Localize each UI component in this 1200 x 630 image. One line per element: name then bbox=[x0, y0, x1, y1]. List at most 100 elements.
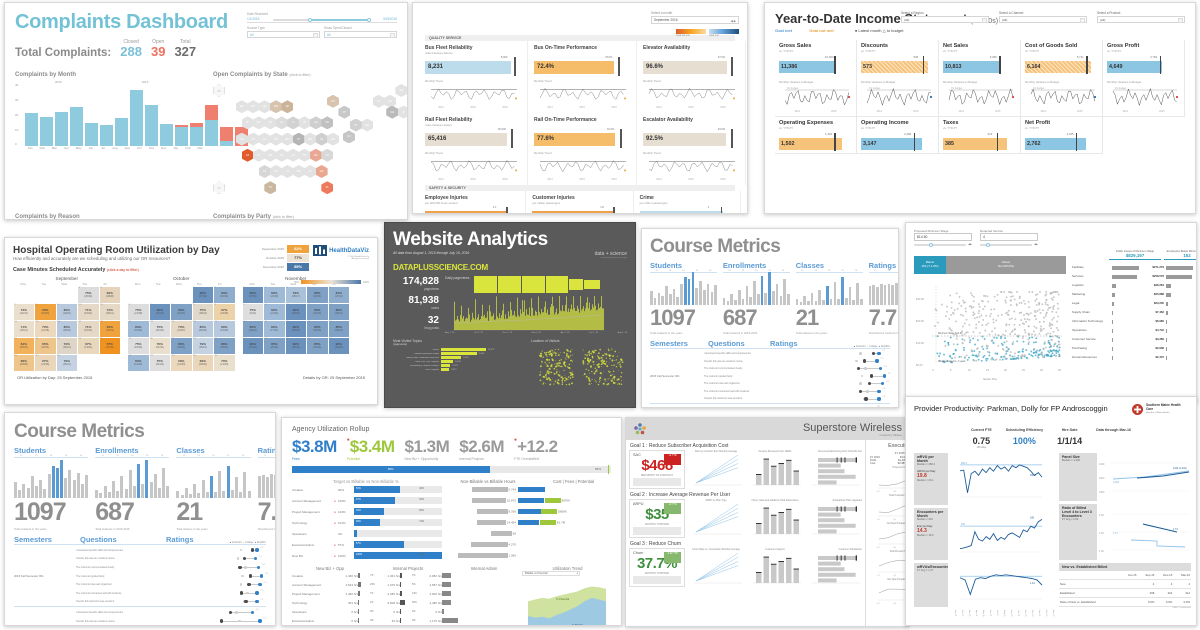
semester-block[interactable]: 2015 Fall Semester 001 I developed specif… bbox=[14, 544, 266, 606]
goal-block[interactable]: Goal 2 : Increase Average Revenue Per Us… bbox=[626, 492, 865, 538]
question-row[interactable]: Overall, this was an excellent course 7.2 bbox=[704, 357, 890, 365]
goal-chart[interactable]: Devices Received From OEMs bbox=[747, 450, 803, 489]
calendar-day[interactable]: 28 68% (20/28) bbox=[14, 355, 35, 371]
calendar-day[interactable]: 22 65% (20/31) bbox=[35, 338, 56, 354]
calendar-day[interactable]: 16 80% (16/20) bbox=[214, 321, 235, 337]
state-hex-nd[interactable]: ND bbox=[259, 100, 271, 113]
month-filter[interactable]: Select a month September 2016 ◀ ▶ bbox=[651, 11, 739, 24]
state-hex-ga[interactable]: GA bbox=[316, 165, 328, 178]
stepper-icon[interactable]: ◀▶ bbox=[1034, 243, 1038, 246]
course-tile-ratings[interactable]: Ratings12131415167.7 of 8Most Recent Ins… bbox=[869, 261, 899, 335]
calendar-day[interactable]: 18 90% (18/20) bbox=[286, 321, 307, 337]
state-hex-ar[interactable]: AR bbox=[287, 149, 299, 162]
table-row[interactable]: Operations 0 hrs 0% 0 hrs 0% 0 hrs bbox=[292, 607, 518, 616]
state-hex-tn[interactable]: TN bbox=[299, 149, 311, 162]
calendar-day[interactable]: 26 85% (20/24) bbox=[307, 338, 328, 354]
calendar-day[interactable]: 19 75% (18/24) bbox=[128, 338, 149, 354]
calendar-day[interactable]: 12 83% (19/24) bbox=[128, 321, 149, 337]
calendar-day[interactable]: 26 83% (19/24) bbox=[128, 355, 149, 371]
goal-block[interactable]: Goal 1 : Reduce Subscriber Acquisition C… bbox=[626, 443, 865, 489]
state-hex-co[interactable]: CO bbox=[259, 133, 271, 146]
complaints-dashboard-panel[interactable]: Complaints Dashboard Total Complaints: C… bbox=[4, 2, 408, 220]
calendar-day[interactable]: 19 85% (20/24) bbox=[307, 321, 328, 337]
table-row[interactable]: Executive/Admin ● 57% 57% 4,270 bbox=[292, 539, 611, 550]
stepper-icon[interactable]: ◀ ▶ bbox=[731, 19, 736, 23]
calendar-day[interactable]: 16 80% (16/20) bbox=[57, 321, 78, 337]
income-card[interactable]: Taxes vs. YTD PY 385 313 bbox=[939, 117, 1021, 154]
calendar-day[interactable]: 11 90% (18/20) bbox=[286, 304, 307, 320]
calendar-day[interactable]: 14 73% (19/27) bbox=[171, 321, 192, 337]
table-row[interactable]: New Biz1,784 hrs80%40 hrs2%340 hrs bbox=[292, 625, 518, 626]
calendar-day[interactable]: 27 75% (21/28) bbox=[150, 355, 171, 371]
question-row[interactable]: The instructor communicated clearly 7.4 bbox=[76, 563, 266, 572]
income-filters[interactable]: Select a Region (All) Select a Channel (… bbox=[901, 11, 1185, 23]
provider-right-row[interactable]: Panel Size Median = 1,200 1400 1200 1000 1,20… bbox=[1059, 453, 1191, 501]
table-row[interactable]: Human Resources$2,4722 bbox=[1072, 352, 1197, 361]
calendar-day[interactable]: 2 83% (19/24) bbox=[214, 287, 235, 303]
state-hex-ri[interactable]: RI bbox=[398, 106, 408, 119]
question-row[interactable]: Overall, this instructor was excellent 7.… bbox=[76, 598, 266, 607]
calendar-day[interactable]: 4 79% (15/17) bbox=[286, 287, 307, 303]
calendar-day[interactable]: 6 90% (21/24) bbox=[150, 304, 171, 320]
goal-chart[interactable]: Customer Satisfaction bbox=[806, 548, 862, 587]
calendar-day[interactable]: 15 80% (24/30) bbox=[193, 321, 214, 337]
state-hex-me[interactable]: ME bbox=[395, 84, 407, 97]
calendar-day[interactable]: 2 90% (27/30) bbox=[243, 287, 264, 303]
calendar-day[interactable]: 20 70% (21/30) bbox=[150, 338, 171, 354]
table-row[interactable]: Account Management 4,524 hrs 23% 1,079 hrs 5… bbox=[292, 580, 518, 589]
calendar-day[interactable]: 6 81% (17/21) bbox=[329, 287, 350, 303]
state-hex-nv[interactable]: NV bbox=[247, 133, 259, 146]
state-hex-nj[interactable]: NJ bbox=[343, 130, 355, 143]
state-hex-ok[interactable]: OK bbox=[270, 165, 282, 178]
state-hex-wv[interactable]: WV bbox=[304, 133, 316, 146]
calendar-day[interactable]: 16 85% (20/24) bbox=[243, 321, 264, 337]
daily-pageview-spikes[interactable] bbox=[445, 296, 627, 332]
income-card[interactable]: Operating Income vs. YTD PY 3,147 2,468 bbox=[857, 117, 939, 154]
metric-card[interactable]: Rail On-Time Performance 77.6% 91.0% Month… bbox=[528, 113, 637, 185]
provider-metric-row[interactable]: Encounters per Month Median = 210 Enc per … bbox=[914, 508, 1054, 560]
pageview-treemap[interactable] bbox=[474, 276, 628, 293]
provider-right-row[interactable]: Ratio of Billed Level 4 to Level 3 Encou… bbox=[1059, 504, 1191, 560]
state-hex-fl[interactable]: FL bbox=[321, 181, 333, 194]
provider-productivity-panel[interactable]: Provider Productivity: Parkman, Dolly fo… bbox=[905, 396, 1197, 626]
question-row[interactable]: The instructor was well organized 7.5 bbox=[76, 580, 266, 589]
month-bar[interactable] bbox=[40, 84, 53, 146]
calendar-day[interactable]: 23 86% (18/21) bbox=[214, 338, 235, 354]
calendar-day[interactable]: 8 75% (18/24) bbox=[193, 304, 214, 320]
calendar-day[interactable]: 17 71% (15/21) bbox=[78, 321, 99, 337]
semester-block[interactable]: 2015 Fall Semester 002I developed specif… bbox=[650, 403, 890, 408]
chevron-down-icon[interactable] bbox=[1178, 18, 1183, 23]
course-tile-ratings[interactable]: Ratings12131415167.7 of 8Most Recent Ins… bbox=[258, 446, 276, 531]
state-hex-ut[interactable]: UT bbox=[253, 149, 265, 162]
course-tile-students[interactable]: Students 12 13 14 15 16 1097 Total students in … bbox=[650, 261, 717, 335]
chevron-down-icon[interactable]: ▾ bbox=[577, 572, 578, 575]
question-row[interactable]: The instructor communicated clearly7.6 bbox=[76, 625, 266, 626]
channel-filter[interactable]: Select a Channel (All) bbox=[999, 11, 1087, 23]
calendar-day[interactable]: 14 71% (15/21) bbox=[14, 321, 35, 337]
product-filter-dropdown[interactable]: (All) bbox=[1097, 16, 1185, 23]
month-bar[interactable] bbox=[160, 84, 173, 146]
state-hex-sd[interactable]: SD bbox=[264, 116, 276, 129]
above-segment[interactable]: Above Not (93.0%) bbox=[946, 256, 1066, 274]
income-card[interactable]: Cost of Goods Sold vs. YTD PY 6,164 5,711 Mo… bbox=[1021, 40, 1103, 117]
calendar-day[interactable]: 25 90% (18/20) bbox=[286, 338, 307, 354]
calendar-day[interactable]: 8 60% (18/30) bbox=[35, 304, 56, 320]
month-bar[interactable] bbox=[85, 84, 98, 146]
income-card[interactable]: Gross Sales vs. YTD PY 11,386 10,004 Monthly… bbox=[775, 40, 857, 117]
month-bar[interactable] bbox=[115, 84, 128, 146]
month-bar[interactable] bbox=[145, 84, 158, 146]
calendar-day[interactable]: 12 85% (20/24) bbox=[307, 304, 328, 320]
utilization-progress-bar[interactable]: 56% 56% bbox=[292, 466, 611, 473]
minimum-wage-panel[interactable]: Proposed Minimum Wage $14.50 ◀▶ Required… bbox=[905, 222, 1197, 404]
table-row[interactable]: Facilities$271,27952 bbox=[1072, 262, 1197, 271]
calendar-day[interactable]: 21 64% (25/33) bbox=[14, 338, 35, 354]
transit-scorecard-panel[interactable]: Select a month September 2016 ◀ ▶ Goal n… bbox=[412, 2, 748, 214]
state-hex-mi[interactable]: MI bbox=[327, 95, 339, 108]
income-card[interactable]: Net Sales vs. YTD PY 10,813 9,495 Monthly Va… bbox=[939, 40, 1021, 117]
state-hex-wy[interactable]: WY bbox=[253, 116, 265, 129]
table-row[interactable]: Technology 361 hrs 2% 9,608 hrs 48% 4,480 hrs bbox=[292, 598, 518, 607]
table-row[interactable]: New Biz ● 100% 100% 100% 1,066 bbox=[292, 550, 611, 561]
product-filter[interactable]: Select a Product (All) bbox=[1097, 11, 1185, 23]
calendar-day[interactable]: 1 90% (27/30) bbox=[193, 287, 214, 303]
metric-card[interactable]: Escalator Availability 92.5% 93.0% Monthly… bbox=[637, 113, 746, 185]
